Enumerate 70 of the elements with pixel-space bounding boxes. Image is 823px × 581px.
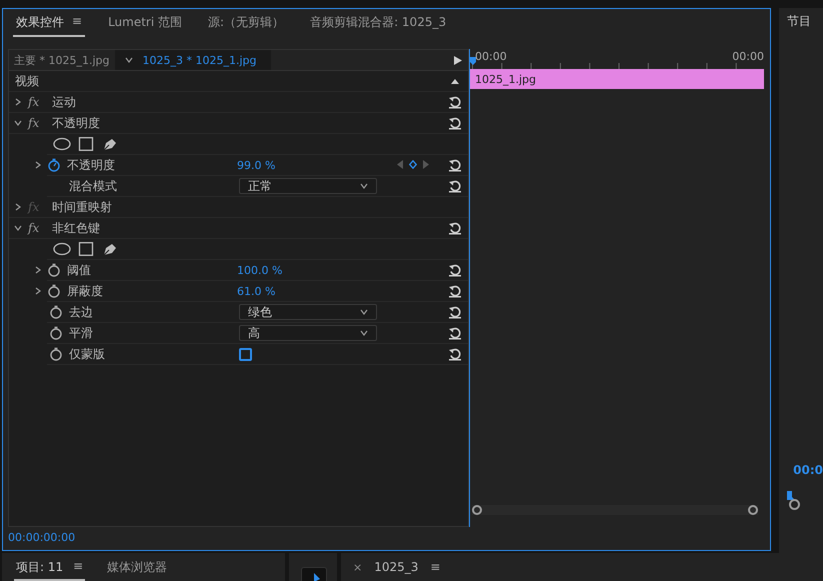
playhead-icon[interactable] [787,491,796,501]
param-value[interactable]: 61.0 % [237,284,276,298]
fx-toggle[interactable]: fx [28,221,48,235]
param-label: 屏蔽度 [67,282,104,300]
param-label: 不透明度 [67,156,116,174]
stopwatch-icon[interactable] [47,158,61,172]
panel-tab[interactable]: 音频剪辑混合器: 1025_3 [307,9,450,37]
reset-icon[interactable] [448,158,462,172]
scroll-handle[interactable] [472,505,482,515]
rectangle-mask-icon[interactable] [77,242,95,256]
zoom-scrollbar[interactable] [472,505,758,515]
effect-name: 运动 [52,94,76,110]
reset-icon[interactable] [448,179,462,193]
panel-tab[interactable]: Lumetri 范围 [105,9,186,37]
effect-name: 时间重映射 [52,198,112,216]
timecode[interactable]: 00:0 [793,463,823,477]
reset-icon[interactable] [448,95,462,109]
stopwatch-icon[interactable] [49,326,63,340]
timecode[interactable]: 00:00:00:00 [3,527,770,550]
pen-icon[interactable] [101,242,119,256]
clip-tab[interactable]: 1025_3 * 1025_1.jpg [114,50,271,70]
ellipse-mask-icon[interactable] [53,242,71,256]
play-icon[interactable] [454,56,462,64]
rectangle-mask-icon[interactable] [77,137,95,151]
ellipse-mask-icon[interactable] [53,137,71,151]
param-label: 阈值 [67,262,92,278]
menu-button[interactable]: ≡ [430,560,440,574]
checkbox[interactable] [239,348,252,360]
scroll-handle[interactable] [789,499,800,510]
reset-icon[interactable] [448,284,462,298]
effect-name: 非红色键 [52,220,100,236]
reset-icon[interactable] [448,305,462,319]
ruler-label: 00:00 [475,50,507,63]
panel-tab[interactable]: 效果控件 ≡ [13,9,86,37]
param-value[interactable]: 99.0 % [237,158,276,172]
scroll-handle[interactable] [748,505,758,515]
keyframe-icon[interactable] [409,160,417,169]
stopwatch-icon[interactable] [49,347,63,361]
pen-icon[interactable] [101,137,119,151]
ruler-label: 00:00 [732,50,764,63]
dropdown[interactable]: 绿色 [239,304,377,320]
param-label: 平滑 [69,324,94,342]
reset-icon[interactable] [448,347,462,361]
param-value[interactable]: 100.0 % [237,264,282,276]
reset-icon[interactable] [448,263,462,277]
panel-tab[interactable]: 媒体浏览器 [105,557,170,581]
play-button[interactable] [301,567,327,581]
section-label: 视频 [15,72,39,90]
reset-icon[interactable] [448,116,462,130]
effect-name: 不透明度 [52,114,100,132]
stopwatch-icon[interactable] [49,305,63,319]
play-icon [314,573,320,581]
param-label: 去边 [69,304,94,320]
reset-icon[interactable] [448,221,462,235]
param-label: 仅蒙版 [69,346,106,362]
panel-title[interactable]: 节目 [787,13,823,30]
clip-bar[interactable]: 1025_1.jpg [470,69,764,89]
reset-icon[interactable] [448,326,462,340]
param-label: 混合模式 [69,178,118,194]
panel-tab[interactable]: 源:（无剪辑） [205,9,288,37]
stopwatch-icon[interactable] [47,263,61,277]
stopwatch-icon[interactable] [47,284,61,298]
fx-toggle[interactable]: fx [28,95,48,109]
dropdown[interactable]: 高 [239,325,377,341]
clip-tab[interactable]: 主要 * 1025_1.jpg [9,50,115,70]
close-button[interactable]: × [353,560,362,574]
fx-toggle[interactable]: fx [28,116,48,130]
panel-tab[interactable]: 1025_3 [374,560,418,574]
panel-tab[interactable]: 项目: 11 ≡ [14,557,86,581]
dropdown[interactable]: 正常 [239,178,377,194]
